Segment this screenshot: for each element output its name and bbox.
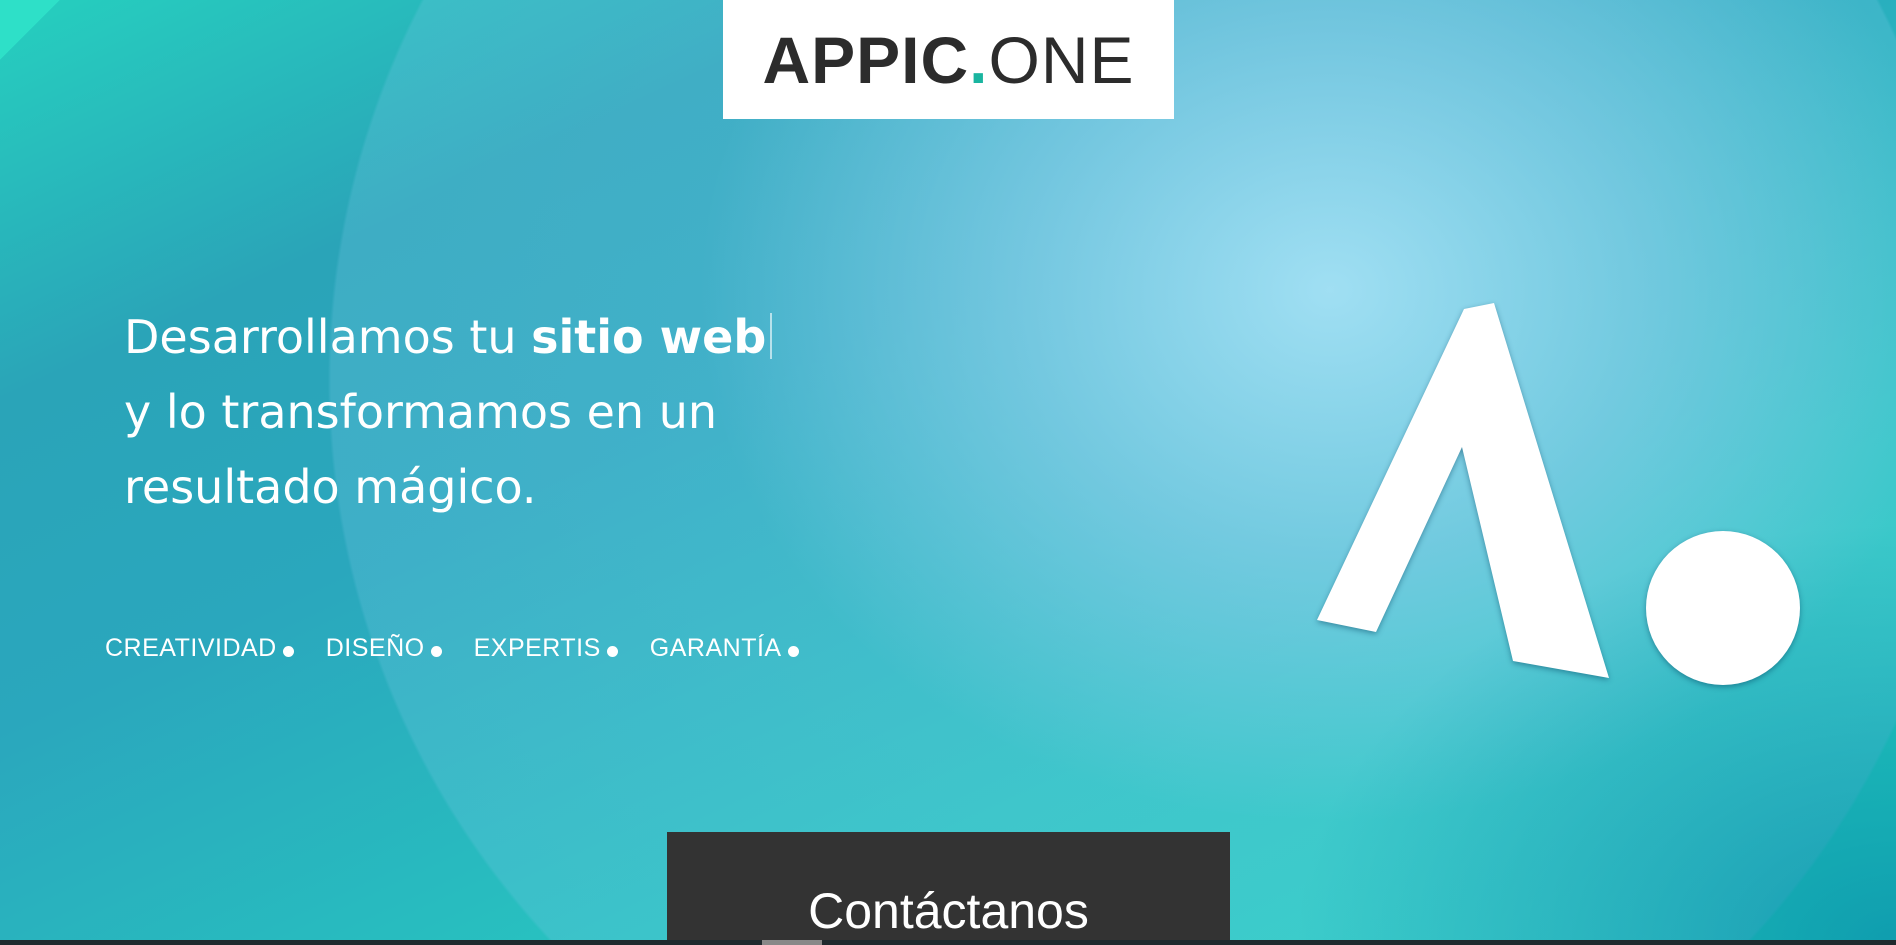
logo-wordmark: APPIC. ONE <box>762 22 1134 98</box>
bullet-dot-icon <box>282 646 294 657</box>
appic-a-dot-logo-icon <box>1317 303 1800 685</box>
tag-label: EXPERTIS <box>473 634 601 662</box>
tag-label: DISEÑO <box>325 634 425 662</box>
bullet-dot-icon <box>787 646 799 657</box>
site-logo[interactable]: APPIC. ONE <box>723 0 1174 119</box>
logo-a-shape <box>1317 303 1609 678</box>
typing-caret <box>770 313 773 359</box>
horizontal-scrollbar[interactable] <box>0 940 1896 945</box>
bullet-dot-icon <box>606 646 618 657</box>
bullet-dot-icon <box>430 646 442 657</box>
hero-line-2: y lo transformamos en un <box>124 385 718 439</box>
tag-expertis: EXPERTIS <box>474 634 618 663</box>
logo-part-one: ONE <box>988 22 1135 97</box>
contact-button-label: Contáctanos <box>808 883 1089 939</box>
logo-dot: . <box>969 22 989 97</box>
logo-dot-shape <box>1646 531 1800 685</box>
corner-accent <box>0 0 60 60</box>
tag-diseno: DISEÑO <box>326 634 442 663</box>
tag-garantia: GARANTÍA <box>650 634 799 663</box>
logo-part-appic: APPIC <box>762 22 970 97</box>
tag-label: GARANTÍA <box>649 634 782 662</box>
hero-headline: Desarrollamos tu sitio web y lo transfor… <box>124 300 773 525</box>
hero-line-1-bold: sitio web <box>531 310 767 364</box>
hero-line-3: resultado mágico. <box>124 460 537 514</box>
tag-label: CREATIVIDAD <box>105 634 277 662</box>
feature-tags: CREATIVIDAD DISEÑO EXPERTIS GARANTÍA <box>105 634 831 663</box>
scrollbar-thumb[interactable] <box>762 940 822 945</box>
hero-line-1: Desarrollamos tu sitio web <box>124 300 773 375</box>
contact-button[interactable]: Contáctanos <box>667 832 1230 945</box>
tag-creatividad: CREATIVIDAD <box>105 634 294 663</box>
hero-line-1-regular: Desarrollamos tu <box>124 310 532 364</box>
